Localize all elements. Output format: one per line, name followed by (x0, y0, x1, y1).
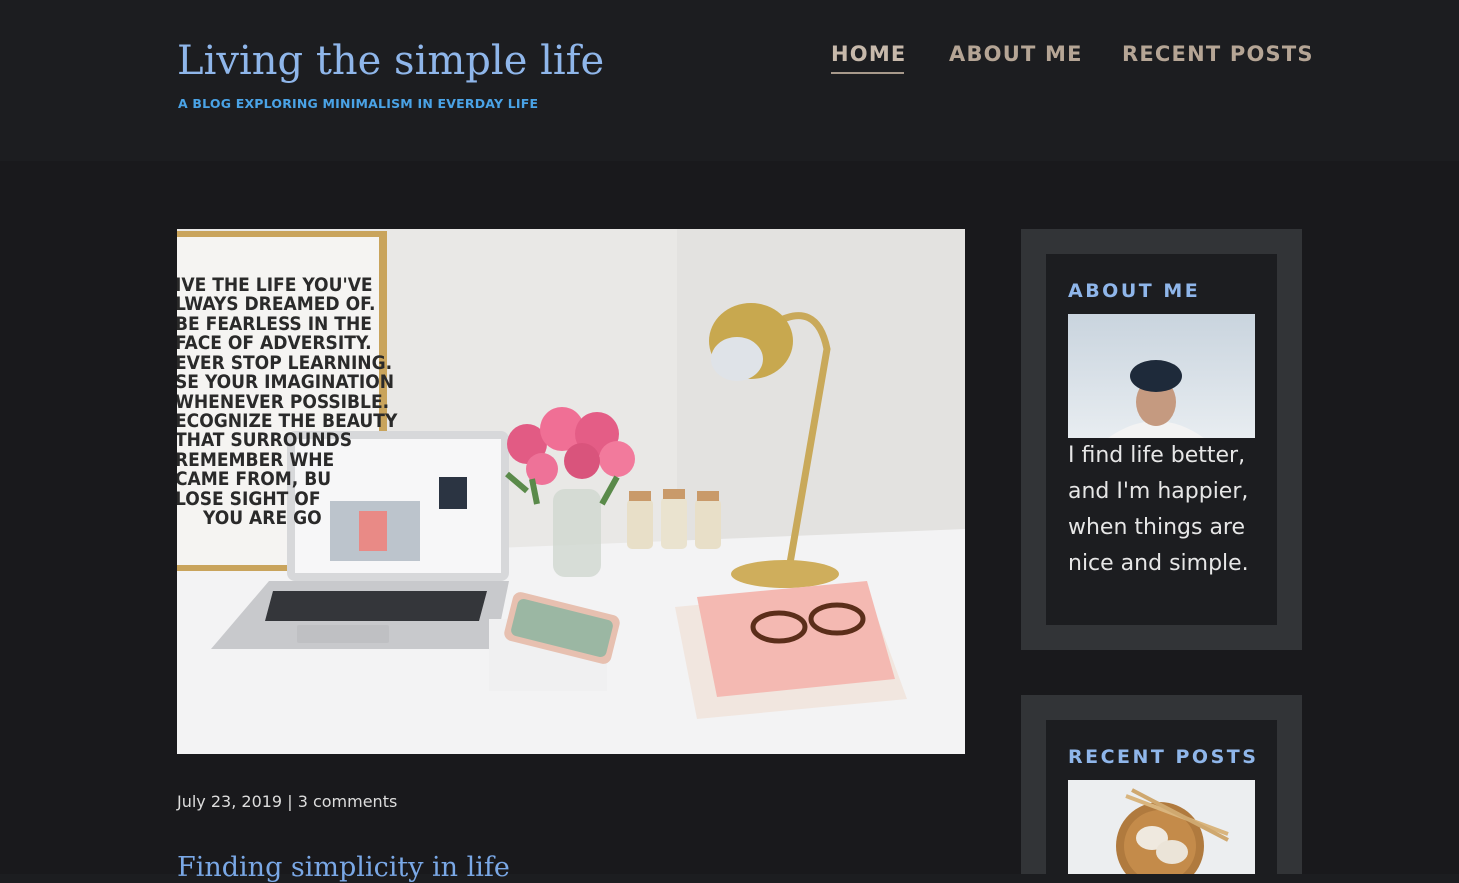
poster-line: SE YOUR IMAGINATION (177, 371, 394, 393)
nav-active-underline (831, 72, 904, 74)
recent-posts-widget: RECENT POSTS (1021, 695, 1302, 874)
nav-recent-posts[interactable]: RECENT POSTS (1122, 42, 1314, 66)
poster-line: YOU ARE GO (202, 507, 322, 529)
site-header: Living the simple life A BLOG EXPLORING … (0, 0, 1459, 161)
recent-post-image (1068, 780, 1255, 874)
about-me-widget-inner: ABOUT ME I find life better, and I'm hap… (1046, 254, 1277, 625)
about-me-text: I find life better, and I'm happier, whe… (1068, 443, 1249, 576)
nav-home[interactable]: HOME (831, 42, 906, 66)
post-featured-image[interactable]: IVE THE LIFE YOU'VE LWAYS DREAMED OF. BE… (177, 229, 965, 754)
post-title[interactable]: Finding simplicity in life (177, 852, 510, 883)
poster-line: CAME FROM, BU (177, 468, 331, 490)
about-me-widget: ABOUT ME I find life better, and I'm hap… (1021, 229, 1302, 650)
nav-about-me[interactable]: ABOUT ME (949, 42, 1083, 66)
site-subtitle: A BLOG EXPLORING MINIMALISM IN EVERDAY L… (178, 96, 539, 111)
poster-line: THAT SURROUNDS (177, 429, 352, 451)
main-nav: HOME ABOUT ME RECENT POSTS (0, 42, 1459, 82)
recent-posts-title: RECENT POSTS (1068, 746, 1259, 768)
recent-post-thumbnail[interactable] (1068, 780, 1255, 874)
post-date[interactable]: July 23, 2019 (177, 792, 282, 811)
post-comments-link[interactable]: 3 comments (298, 792, 398, 811)
meta-separator: | (287, 792, 298, 811)
post-meta: July 23, 2019 | 3 comments (177, 792, 397, 811)
about-me-photo (1068, 314, 1255, 438)
recent-posts-widget-inner: RECENT POSTS (1046, 720, 1277, 874)
poster-line: LWAYS DREAMED OF. (177, 293, 375, 315)
desk-photo: IVE THE LIFE YOU'VE LWAYS DREAMED OF. BE… (177, 229, 965, 754)
about-me-title: ABOUT ME (1068, 280, 1201, 302)
poster-line: FACE OF ADVERSITY. (177, 332, 372, 354)
avatar (1068, 314, 1255, 438)
